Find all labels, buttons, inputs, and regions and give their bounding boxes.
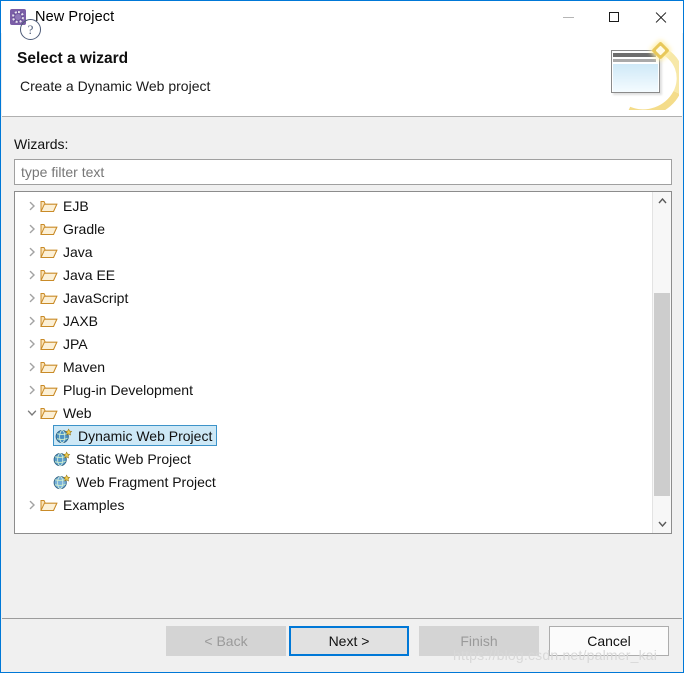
chevron-right-icon[interactable]	[23, 385, 40, 395]
page-title: Select a wizard	[17, 50, 129, 67]
maximize-icon	[609, 12, 619, 22]
chevron-right-icon[interactable]	[23, 500, 40, 510]
help-button[interactable]: ?	[20, 19, 41, 40]
tree-item-gradle[interactable]: Gradle	[15, 217, 652, 240]
folder-icon	[40, 382, 58, 398]
tree-item-label: JAXB	[63, 312, 99, 329]
folder-icon	[40, 290, 58, 306]
dynamic-web-project-icon	[55, 428, 73, 444]
chevron-right-icon[interactable]	[23, 316, 40, 326]
chevron-right-icon[interactable]	[23, 293, 40, 303]
tree-item-label: JPA	[63, 335, 88, 352]
tree-item-examples[interactable]: Examples	[15, 493, 652, 516]
tree-item-jpa[interactable]: JPA	[15, 332, 652, 355]
wizard-header: Select a wizard Create a Dynamic Web pro…	[2, 33, 682, 117]
next-button[interactable]: Next >	[289, 626, 409, 656]
tree-item-java[interactable]: Java	[15, 240, 652, 263]
chevron-right-icon[interactable]	[23, 201, 40, 211]
wizard-banner-icon	[601, 36, 679, 110]
folder-icon	[40, 336, 58, 352]
folder-icon	[40, 359, 58, 375]
folder-icon	[40, 244, 58, 260]
chevron-right-icon[interactable]	[23, 247, 40, 257]
tree-item-dynamic-web-project[interactable]: Dynamic Web Project	[15, 424, 652, 447]
folder-icon	[40, 497, 58, 513]
folder-icon	[40, 405, 58, 421]
tree-vertical-scrollbar[interactable]	[652, 192, 671, 533]
window-controls	[545, 1, 683, 33]
cancel-button[interactable]: Cancel	[549, 626, 669, 656]
close-button[interactable]	[637, 1, 683, 33]
tree-item-ejb[interactable]: EJB	[15, 194, 652, 217]
finish-button[interactable]: Finish	[419, 626, 539, 656]
maximize-button[interactable]	[591, 1, 637, 33]
wizard-tree-list[interactable]: EJB Gradle Java Java EE JavaScript JAXB JPA Mav…	[15, 192, 652, 533]
window-title: New Project	[35, 9, 115, 25]
new-project-dialog: New Project Select a wizard Create a Dyn…	[0, 0, 684, 673]
tree-item-static-web-project[interactable]: Static Web Project	[15, 447, 652, 470]
minimize-button[interactable]	[545, 1, 591, 33]
tree-item-label: EJB	[63, 197, 89, 214]
selected-wizard[interactable]: Dynamic Web Project	[53, 425, 218, 446]
tree-item-web-fragment-project[interactable]: Web Fragment Project	[15, 470, 652, 493]
page-subtitle: Create a Dynamic Web project	[20, 78, 211, 94]
tree-item-label: Static Web Project	[76, 450, 191, 467]
tree-item-label: Gradle	[63, 220, 106, 237]
folder-icon	[40, 198, 58, 214]
minimize-icon	[562, 16, 574, 18]
tree-item-label: Dynamic Web Project	[78, 427, 213, 444]
wizard-tree: EJB Gradle Java Java EE JavaScript JAXB JPA Mav…	[14, 191, 672, 534]
tree-item-jaxb[interactable]: JAXB	[15, 309, 652, 332]
tree-item-label: Plug-in Development	[63, 381, 193, 398]
chevron-right-icon[interactable]	[23, 270, 40, 280]
tree-item-java-ee[interactable]: Java EE	[15, 263, 652, 286]
back-button[interactable]: < Back	[166, 626, 286, 656]
tree-item-label: Maven	[63, 358, 106, 375]
wizards-label: Wizards:	[14, 136, 69, 152]
folder-icon	[40, 221, 58, 237]
chevron-down-icon[interactable]	[23, 409, 40, 417]
chevron-right-icon[interactable]	[23, 362, 40, 372]
scroll-up-button[interactable]	[653, 192, 671, 210]
title-bar: New Project	[1, 1, 683, 33]
close-icon	[654, 11, 667, 24]
tree-item-label: Web	[63, 404, 92, 421]
static-web-project-icon	[53, 451, 71, 467]
tree-item-plug-in-development[interactable]: Plug-in Development	[15, 378, 652, 401]
tree-item-web[interactable]: Web	[15, 401, 652, 424]
tree-item-label: Java EE	[63, 266, 116, 283]
wizard-body: Wizards: EJB Gradle Java Java EE JavaScript J…	[2, 117, 682, 618]
web-fragment-project-icon	[53, 474, 71, 490]
folder-icon	[40, 313, 58, 329]
tree-item-label: Java	[63, 243, 93, 260]
chevron-right-icon[interactable]	[23, 339, 40, 349]
filter-input[interactable]	[14, 159, 672, 185]
chevron-right-icon[interactable]	[23, 224, 40, 234]
tree-item-javascript[interactable]: JavaScript	[15, 286, 652, 309]
folder-icon	[40, 267, 58, 283]
tree-item-label: JavaScript	[63, 289, 129, 306]
scroll-down-button[interactable]	[653, 515, 671, 533]
tree-item-label: Web Fragment Project	[76, 473, 216, 490]
tree-item-maven[interactable]: Maven	[15, 355, 652, 378]
scrollbar-thumb[interactable]	[654, 293, 670, 496]
tree-item-label: Examples	[63, 496, 125, 513]
